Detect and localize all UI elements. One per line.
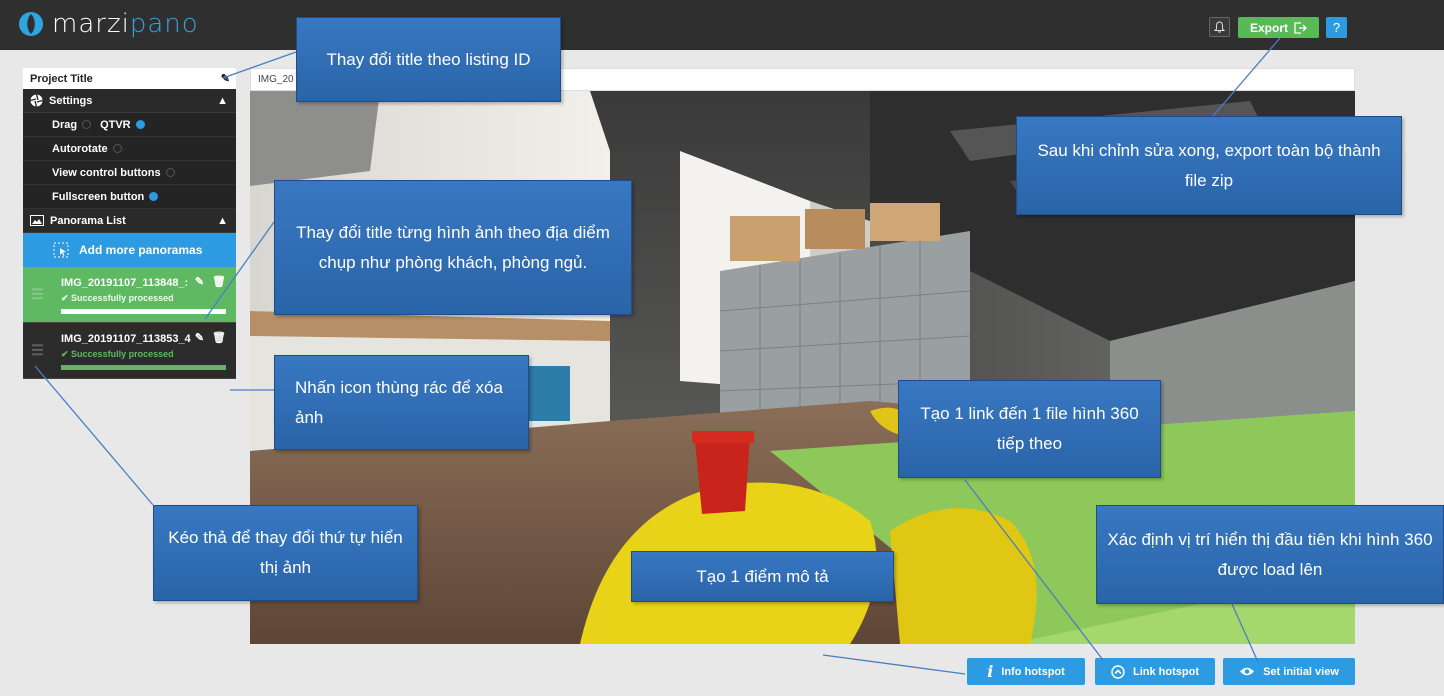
trash-icon[interactable]: 🗑	[212, 331, 226, 344]
image-icon	[30, 215, 44, 226]
callout-image-title: Thay đổi title từng hình ảnh theo địa di…	[274, 180, 632, 315]
edit-pencil-icon[interactable]: ✎	[195, 275, 204, 288]
view-control-toggle[interactable]	[165, 168, 175, 177]
setting-fullscreen-button: Fullscreen button	[23, 185, 236, 209]
top-bar: marzipano Export ?	[0, 0, 1444, 50]
export-button[interactable]: Export	[1238, 17, 1319, 38]
fullscreen-toggle[interactable]	[149, 192, 159, 201]
sidebar: Project Title ✎ Settings ▲ Drag QTVR Aut…	[23, 68, 236, 379]
callout-initial-view: Xác định vị trí hiển thị đầu tiên khi hì…	[1096, 505, 1444, 604]
trash-icon[interactable]: 🗑	[212, 275, 226, 288]
select-pointer-icon	[53, 242, 69, 258]
panorama-name[interactable]: IMG_20191107_113853_4	[61, 333, 191, 345]
setting-autorotate: Autorotate	[23, 137, 236, 161]
marzipano-logo-icon	[19, 12, 43, 36]
help-button[interactable]: ?	[1326, 17, 1347, 38]
callout-trash: Nhấn icon thùng rác để xóa ảnh	[274, 355, 529, 450]
panorama-list-item[interactable]: ☰ IMG_20191107_113853_4 ✎ 🗑 ✔ Successful…	[23, 323, 236, 379]
logo-text: marzipano	[52, 9, 199, 39]
panorama-list-item[interactable]: ☰ IMG_20191107_113848_: ✎ 🗑 ✔ Successful…	[23, 267, 236, 323]
drag-label: Drag	[52, 118, 78, 131]
link-hotspot-icon	[1111, 664, 1125, 679]
set-initial-view-label: Set initial view	[1263, 665, 1339, 678]
setting-view-control-buttons: View control buttons	[23, 161, 236, 185]
callout-info-point: Tạo 1 điểm mô tả	[631, 551, 894, 602]
collapse-arrow-icon[interactable]: ▲	[217, 215, 228, 227]
callout-drag-order: Kéo thả để thay đổi thứ tự hiển thị ảnh	[153, 505, 418, 601]
autorotate-toggle[interactable]	[112, 144, 122, 153]
settings-label: Settings	[49, 94, 93, 107]
callout-title-listing: Thay đổi title theo listing ID	[296, 17, 561, 102]
progress-bar	[61, 365, 226, 370]
drag-radio[interactable]	[82, 120, 92, 129]
add-more-label: Add more panoramas	[79, 243, 203, 257]
set-initial-view-button[interactable]: Set initial view	[1223, 658, 1355, 685]
callout-link-next: Tạo 1 link đến 1 file hình 360 tiếp theo	[898, 380, 1161, 478]
progress-bar	[61, 309, 226, 314]
link-hotspot-button[interactable]: Link hotspot	[1095, 658, 1215, 685]
panorama-status: ✔ Successfully processed	[61, 349, 174, 359]
project-title: Project Title	[30, 72, 93, 85]
collapse-arrow-icon[interactable]: ▲	[217, 95, 228, 107]
export-label: Export	[1249, 20, 1288, 35]
edit-pencil-icon[interactable]: ✎	[195, 331, 204, 344]
info-hotspot-button[interactable]: i Info hotspot	[967, 658, 1085, 685]
info-icon: i	[987, 662, 994, 681]
settings-header[interactable]: Settings ▲	[23, 89, 236, 113]
view-control-label: View control buttons	[52, 166, 161, 179]
callout-export-zip: Sau khi chỉnh sửa xong, export toàn bộ t…	[1016, 116, 1402, 215]
panorama-list-label: Panorama List	[50, 214, 126, 227]
panorama-list-header[interactable]: Panorama List ▲	[23, 209, 236, 233]
logo: marzipano	[18, 10, 199, 38]
add-more-panoramas-button[interactable]: Add more panoramas	[23, 233, 236, 267]
export-icon	[1294, 21, 1307, 34]
link-hotspot-label: Link hotspot	[1133, 665, 1199, 678]
panorama-name[interactable]: IMG_20191107_113848_:	[61, 277, 188, 289]
project-title-field[interactable]: Project Title ✎	[23, 68, 236, 89]
aperture-icon	[30, 94, 43, 107]
eye-icon	[1240, 667, 1255, 676]
setting-drag-qtvr: Drag QTVR	[23, 113, 236, 137]
fullscreen-label: Fullscreen button	[52, 190, 145, 203]
qtvr-radio[interactable]	[135, 120, 145, 129]
notification-bell-icon[interactable]	[1209, 17, 1230, 37]
drag-handle-icon[interactable]: ☰	[23, 323, 52, 378]
drag-handle-icon[interactable]: ☰	[23, 267, 52, 322]
info-hotspot-label: Info hotspot	[1001, 665, 1065, 678]
autorotate-label: Autorotate	[52, 142, 108, 155]
panorama-status: ✔ Successfully processed	[61, 293, 174, 303]
qtvr-label: QTVR	[100, 118, 131, 131]
edit-pencil-icon[interactable]: ✎	[221, 72, 230, 85]
